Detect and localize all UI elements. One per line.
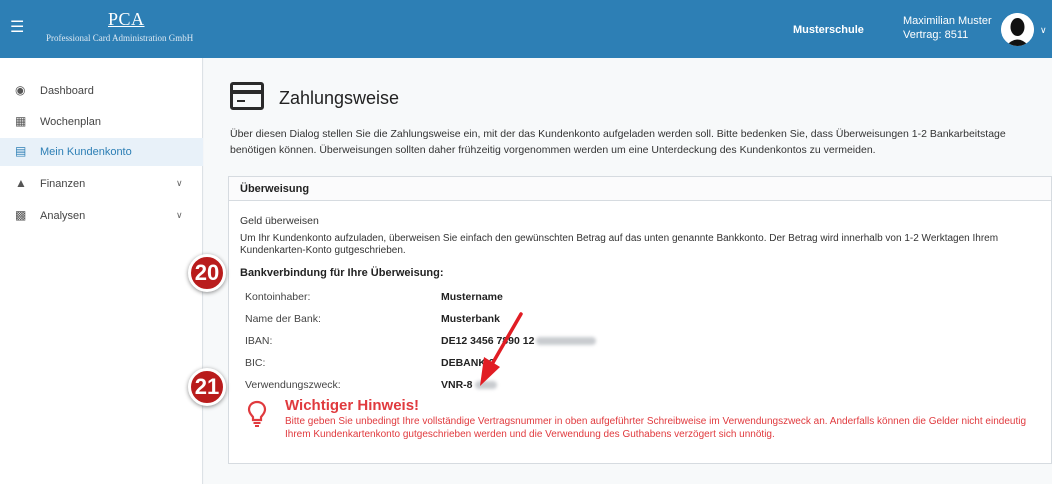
sidebar-item-kundenkonto[interactable]: ▤ Mein Kundenkonto: [0, 138, 203, 166]
bank-row-value: DEBANK 3: [441, 357, 495, 369]
sidebar-item-label: Mein Kundenkonto: [40, 146, 132, 158]
chart-icon: ▩: [15, 208, 27, 222]
top-bar: ☰ PCA Professional Card Administration G…: [0, 0, 1052, 58]
user-info[interactable]: Maximilian Muster Vertrag: 8511: [903, 14, 992, 42]
bank-icon: ▲: [15, 176, 27, 190]
menu-icon[interactable]: ☰: [10, 20, 24, 36]
transfer-card: Überweisung Geld überweisen Um Ihr Kunde…: [228, 176, 1052, 464]
sidebar-item-label: Dashboard: [40, 85, 94, 97]
annotation-badge-20: 20: [188, 254, 226, 292]
card-description: Um Ihr Kundenkonto aufzuladen, überweise…: [240, 233, 999, 256]
sidebar: ◉ Dashboard ▦ Wochenplan ▤ Mein Kundenko…: [0, 58, 203, 484]
sidebar-item-label: Analysen: [40, 210, 86, 222]
bank-row-value: Mustername: [441, 291, 503, 303]
bank-row-label: Name der Bank:: [245, 313, 321, 325]
card-title: Überweisung: [240, 183, 310, 195]
credit-card-icon: [230, 82, 264, 110]
bank-row-label: IBAN:: [245, 335, 273, 347]
bank-row-owner: Kontoinhaber: Mustername: [245, 291, 745, 311]
bank-row-iban: IBAN: DE12 3456 7890 12: [245, 335, 745, 355]
sidebar-item-label: Wochenplan: [40, 116, 101, 128]
bank-row-label: Verwendungszweck:: [245, 379, 341, 391]
user-name: Maximilian Muster: [903, 15, 992, 27]
bank-row-value: DE12 3456 7890 12: [441, 335, 597, 347]
annotation-badge-21: 21: [188, 368, 226, 406]
logo-main: PCA: [108, 9, 145, 29]
intro-text: Über diesen Dialog stellen Sie die Zahlu…: [230, 128, 1006, 156]
bank-row-bank: Name der Bank: Musterbank: [245, 313, 745, 333]
card-header: Überweisung: [229, 177, 1051, 201]
sidebar-item-wochenplan[interactable]: ▦ Wochenplan: [0, 108, 203, 136]
lightbulb-icon: [247, 400, 267, 427]
card-subtitle: Geld überweisen: [240, 215, 319, 227]
logo[interactable]: PCA Professional Card Administration Gmb…: [46, 9, 206, 43]
page-title: Zahlungsweise: [279, 88, 400, 108]
main-content: Zahlungsweise Über diesen Dialog stellen…: [204, 58, 1052, 484]
school-name[interactable]: Musterschule: [793, 24, 864, 36]
sidebar-item-finanzen[interactable]: ▲ Finanzen ∨: [0, 170, 203, 198]
contract-number: Vertrag: 8511: [903, 29, 969, 41]
sidebar-item-analysen[interactable]: ▩ Analysen ∨: [0, 202, 203, 230]
card-icon: ▤: [15, 144, 27, 158]
bank-details-title: Bankverbindung für Ihre Überweisung:: [240, 267, 444, 279]
dashboard-icon: ◉: [15, 83, 26, 97]
bank-row-bic: BIC: DEBANK 3: [245, 357, 745, 377]
bank-row-reference: Verwendungszweck: VNR-8: [245, 379, 745, 399]
avatar[interactable]: [1001, 13, 1034, 46]
calendar-icon: ▦: [15, 114, 27, 128]
hint-text: Bitte geben Sie unbedingt Ihre vollständ…: [285, 416, 1027, 440]
bank-row-label: Kontoinhaber:: [245, 291, 311, 303]
chevron-down-icon: ∨: [176, 178, 183, 188]
hint-title: Wichtiger Hinweis!: [285, 397, 420, 414]
chevron-down-icon[interactable]: ∨: [1040, 25, 1047, 36]
bank-row-label: BIC:: [245, 357, 266, 369]
chevron-down-icon: ∨: [176, 210, 183, 220]
bank-row-value: Musterbank: [441, 313, 500, 325]
logo-subtitle: Professional Card Administration GmbH: [46, 33, 194, 43]
sidebar-item-dashboard[interactable]: ◉ Dashboard: [0, 77, 203, 105]
sidebar-item-label: Finanzen: [40, 178, 86, 190]
bank-row-value: VNR-8: [441, 379, 497, 391]
